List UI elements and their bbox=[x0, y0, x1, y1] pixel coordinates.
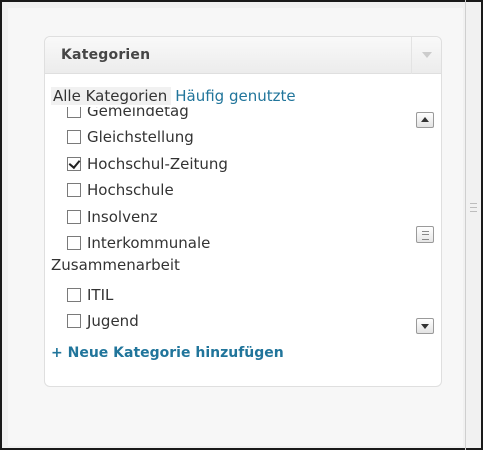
category-checklist[interactable]: Gemeindetag Gleichstellung Hochschul-Zei… bbox=[51, 107, 414, 339]
checkbox[interactable] bbox=[67, 314, 81, 329]
category-item-gleichstellung[interactable]: Gleichstellung bbox=[51, 126, 391, 152]
scroll-down-arrow-icon[interactable] bbox=[416, 318, 434, 334]
category-item-gemeindetag[interactable]: Gemeindetag bbox=[51, 107, 391, 126]
categories-metabox: Kategorien Alle Kategorien Häufig genutzt… bbox=[44, 36, 442, 387]
checkbox[interactable] bbox=[67, 107, 81, 118]
category-label: Gemeindetag bbox=[87, 107, 189, 120]
category-label-line2: Zusammenarbeit bbox=[51, 255, 180, 274]
checkbox[interactable] bbox=[67, 130, 81, 145]
category-item-insolvenz[interactable]: Insolvenz bbox=[51, 206, 391, 232]
category-label: ITIL bbox=[87, 285, 114, 304]
category-label: Jugend bbox=[87, 312, 139, 331]
category-tabs: Alle Kategorien Häufig genutzte bbox=[51, 87, 296, 105]
scroll-thumb[interactable] bbox=[416, 226, 434, 243]
checkbox[interactable] bbox=[67, 183, 81, 198]
category-label: Hochschule bbox=[87, 181, 174, 200]
category-item-hochschule[interactable]: Hochschule bbox=[51, 179, 391, 205]
category-list: Gemeindetag Gleichstellung Hochschul-Zei… bbox=[51, 107, 391, 337]
collapse-toggle-icon[interactable] bbox=[411, 37, 441, 74]
metabox-header[interactable]: Kategorien bbox=[45, 37, 441, 74]
add-new-category-link[interactable]: + Neue Kategorie hinzufügen bbox=[51, 345, 284, 361]
category-label: Insolvenz bbox=[87, 207, 158, 226]
checkbox-checked[interactable] bbox=[67, 156, 81, 171]
checkbox[interactable] bbox=[67, 235, 81, 250]
scroll-up-arrow-icon[interactable] bbox=[416, 112, 434, 128]
category-item-interkommunale-zusammenarbeit[interactable]: Interkommunale Zusammenarbeit bbox=[51, 232, 391, 284]
category-label: Interkommunale bbox=[87, 233, 211, 252]
category-item-jugend[interactable]: Jugend bbox=[51, 310, 391, 336]
category-item-hochschul-zeitung[interactable]: Hochschul-Zeitung bbox=[51, 153, 391, 179]
category-label: Hochschul-Zeitung bbox=[87, 154, 228, 173]
resize-handle-icon[interactable] bbox=[470, 203, 477, 212]
category-label: Gleichstellung bbox=[87, 128, 194, 147]
column-divider bbox=[465, 0, 466, 450]
checkbox[interactable] bbox=[67, 209, 81, 224]
category-item-itil[interactable]: ITIL bbox=[51, 284, 391, 310]
category-list-scrollbar[interactable] bbox=[414, 107, 437, 339]
checkbox[interactable] bbox=[67, 287, 81, 302]
tab-all-categories[interactable]: Alle Kategorien bbox=[51, 87, 172, 105]
tab-popular-categories[interactable]: Häufig genutzte bbox=[175, 87, 295, 105]
metabox-title: Kategorien bbox=[61, 47, 151, 63]
